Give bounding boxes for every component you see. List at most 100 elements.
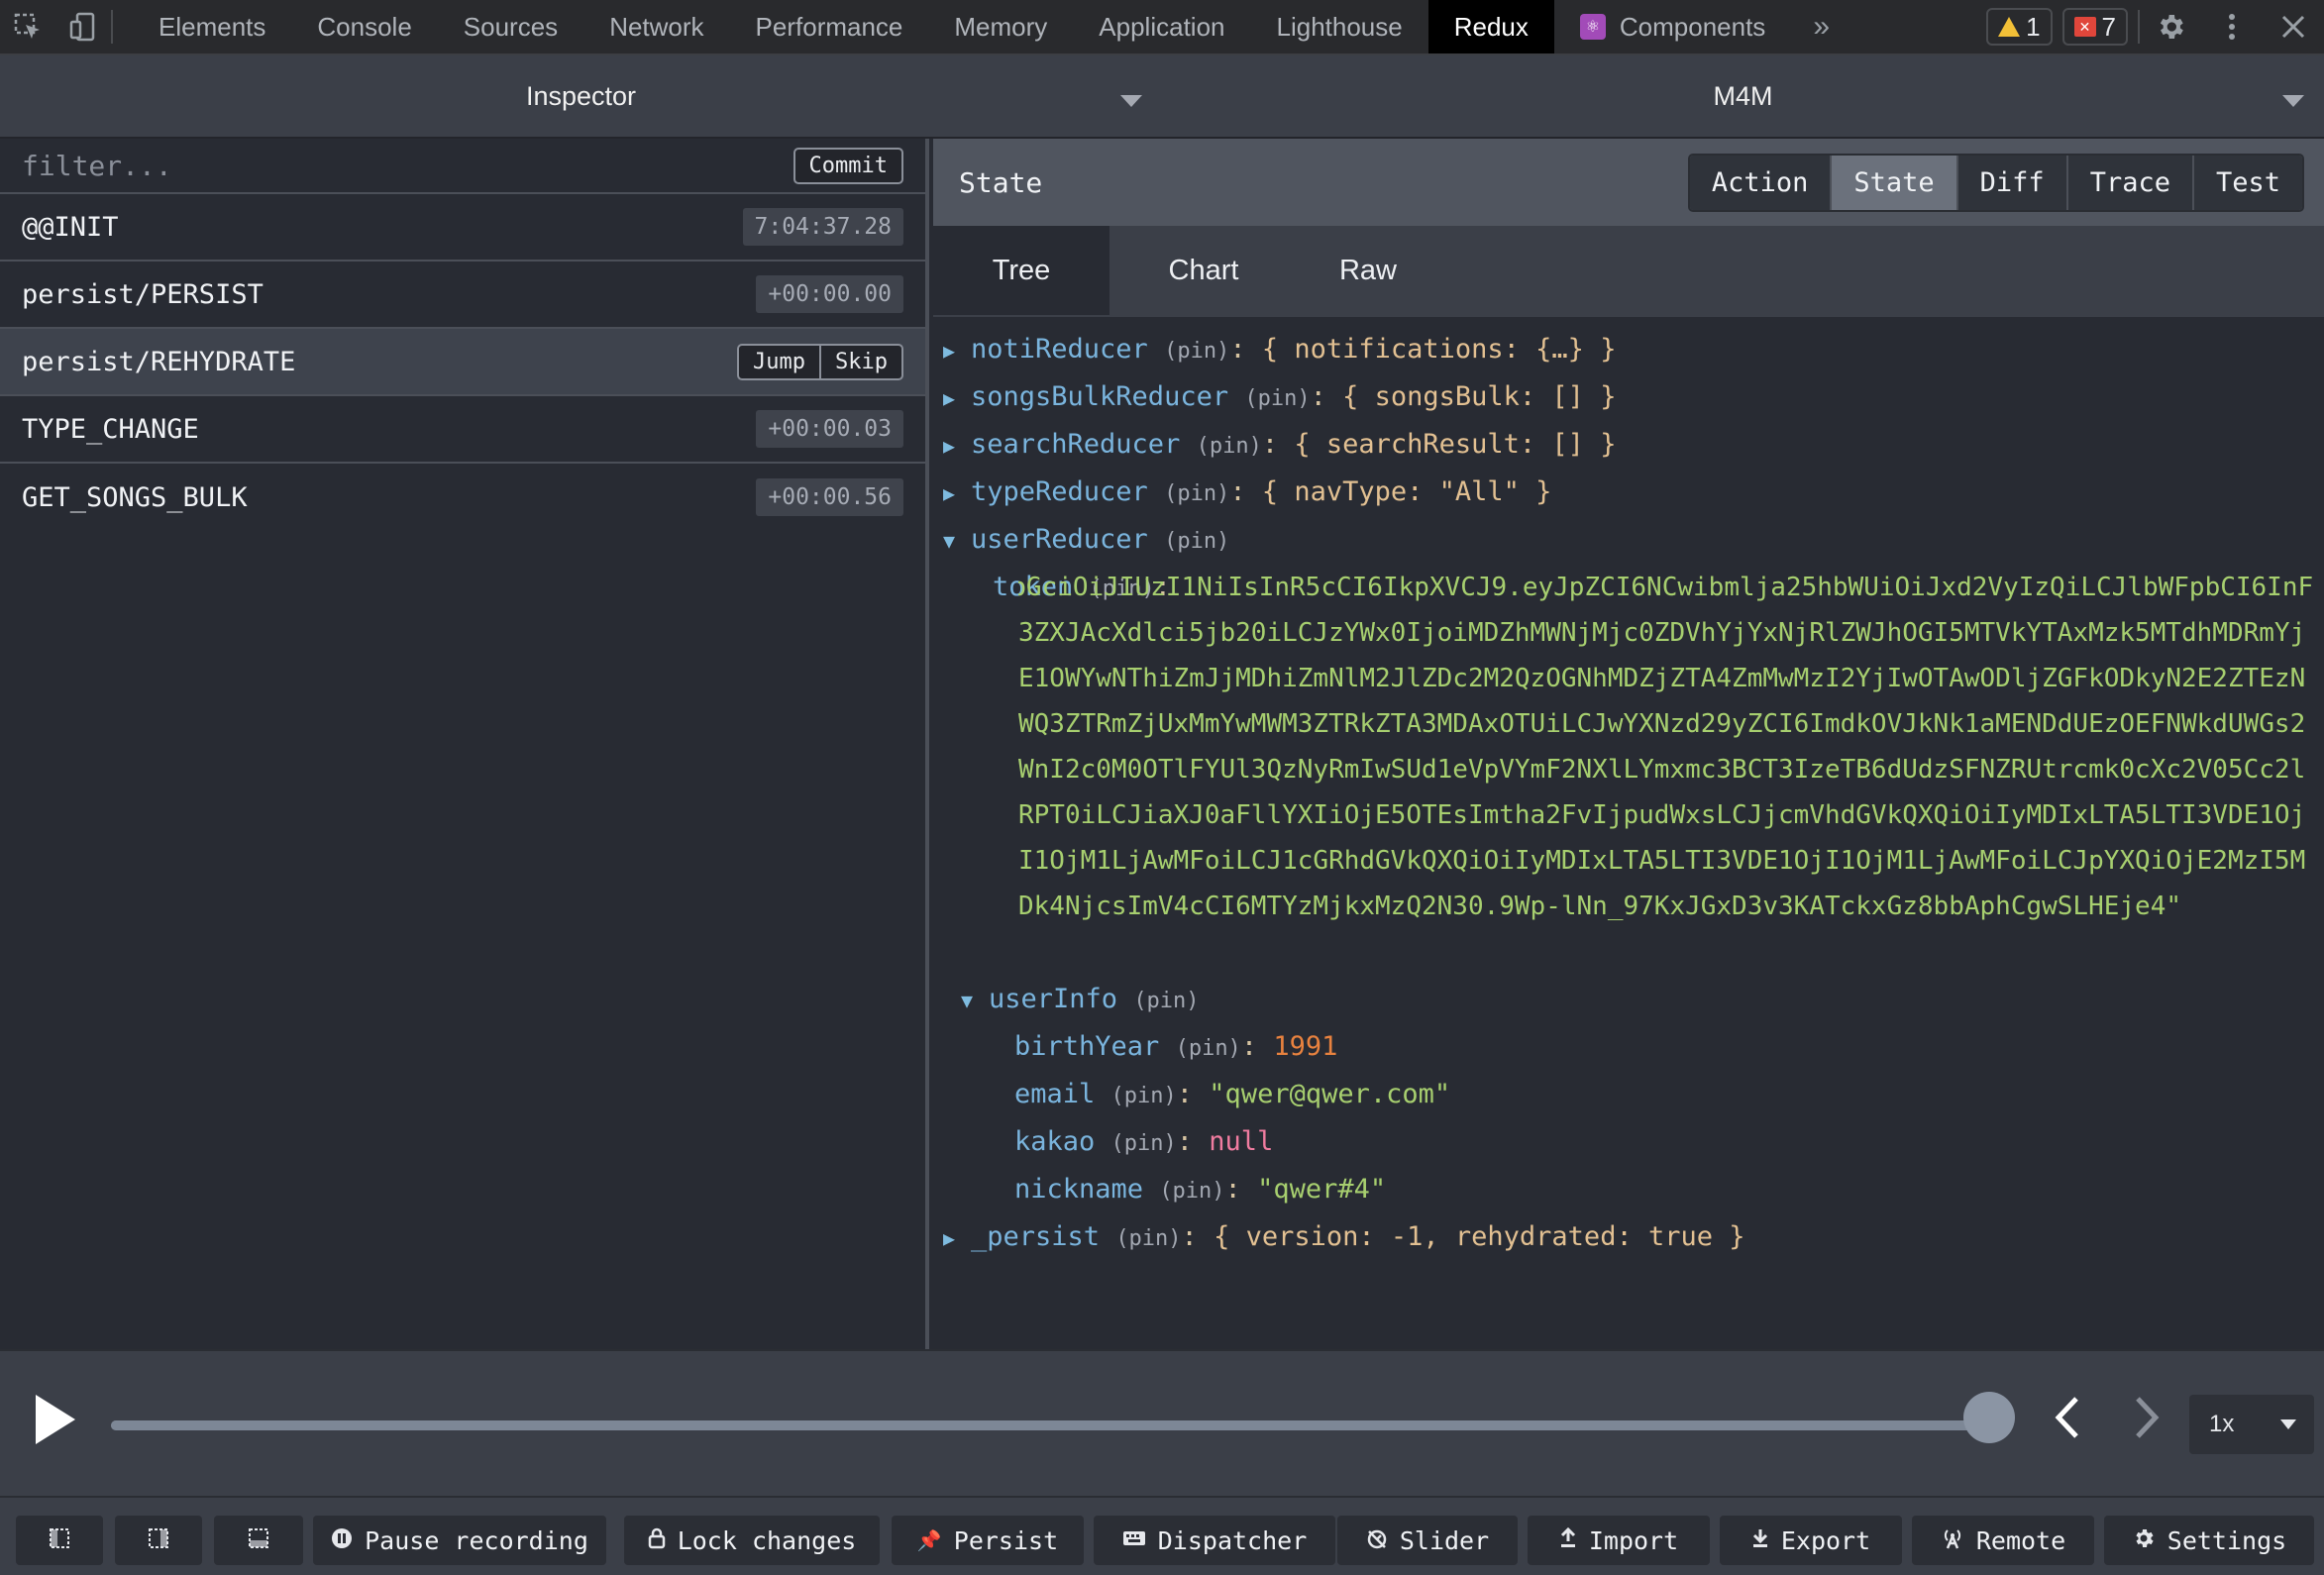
warnings-badge[interactable]: 1 [1986, 8, 2053, 46]
dispatcher-button[interactable]: Dispatcher [1094, 1516, 1335, 1565]
action-name: GET_SONGS_BULK [22, 481, 248, 513]
tab-memory[interactable]: Memory [928, 0, 1073, 53]
close-icon[interactable] [2263, 0, 2324, 53]
step-forward-icon[interactable] [2130, 1395, 2164, 1454]
dock-left-icon [49, 1527, 70, 1554]
export-button[interactable]: Export [1720, 1516, 1902, 1565]
filter-input[interactable] [22, 149, 715, 182]
mode-state-button[interactable]: State [1830, 155, 1956, 210]
pin-button[interactable]: (pin) [1111, 1084, 1177, 1108]
errors-badge[interactable]: ✕ 7 [2061, 8, 2128, 46]
tab-network[interactable]: Network [583, 0, 729, 53]
jump-button[interactable]: Jump [737, 343, 822, 380]
pin-button[interactable]: (pin) [1133, 989, 1199, 1013]
tab-raw[interactable]: Raw [1280, 226, 1456, 315]
tree-leaf: email (pin): "qwer@qwer.com" [1014, 1079, 1451, 1109]
import-button[interactable]: Import [1528, 1516, 1710, 1565]
tab-application[interactable]: Application [1073, 0, 1250, 53]
tree-preview: { searchResult: [] } [1294, 429, 1617, 460]
persist-label: Persist [953, 1525, 1059, 1555]
mode-test-button[interactable]: Test [2191, 155, 2302, 210]
pin-button[interactable]: (pin) [1164, 339, 1229, 364]
tree-node[interactable]: ▶ songsBulkReducer (pin): { songsBulk: []… [933, 374, 2324, 422]
devtools-tabbar: Elements Console Sources Network Perform… [0, 0, 2324, 55]
pause-recording-button[interactable]: Pause recording [313, 1516, 606, 1565]
tree-key: email [1014, 1079, 1096, 1109]
tree-node[interactable]: ▶ typeReducer (pin): { navType: "All" } [933, 470, 2324, 517]
action-item[interactable]: persist/PERSIST +00:00.00 [0, 262, 925, 329]
token-value: "eyJhbGciOiJIUzI1NiIsInR5cCI6IkpXVCJ9.ey… [1018, 573, 2314, 921]
lock-icon [648, 1527, 666, 1554]
more-tabs-icon[interactable]: » [1791, 0, 1851, 53]
action-item[interactable]: TYPE_CHANGE +00:00.03 [0, 396, 925, 464]
expand-arrow-icon[interactable]: ▶ [943, 471, 971, 516]
skip-button[interactable]: Skip [821, 343, 903, 380]
tab-chart[interactable]: Chart [1115, 226, 1292, 315]
kebab-menu-icon[interactable] [2201, 0, 2263, 53]
play-icon[interactable] [36, 1395, 75, 1444]
lock-changes-button[interactable]: Lock changes [624, 1516, 880, 1565]
tree-node[interactable]: ▶ _persist (pin): { version: -1, rehydrat… [933, 1214, 2324, 1262]
settings-button[interactable]: Settings [2104, 1516, 2314, 1565]
action-item-selected[interactable]: persist/REHYDRATE Jump Skip [0, 329, 925, 396]
monitor-select-value: Inspector [525, 80, 637, 111]
collapse-arrow-icon[interactable]: ▼ [943, 518, 971, 564]
dock-bottom-button[interactable] [214, 1516, 303, 1565]
tab-console[interactable]: Console [291, 0, 437, 53]
collapse-arrow-icon[interactable]: ▼ [961, 978, 989, 1023]
tree-leaf: birthYear (pin): 1991 [1014, 1031, 1338, 1062]
action-time: +00:00.56 [756, 478, 903, 516]
pin-button[interactable]: (pin) [1197, 434, 1262, 459]
instance-select[interactable]: M4M [1162, 55, 2324, 137]
remote-button[interactable]: Remote [1912, 1516, 2094, 1565]
pin-button[interactable]: (pin) [1176, 1036, 1241, 1061]
action-time: +00:00.00 [756, 275, 903, 313]
tree-node[interactable]: ▶ searchReducer (pin): { searchResult: []… [933, 422, 2324, 470]
playback-speed-select[interactable]: 1x [2189, 1395, 2314, 1454]
mode-diff-button[interactable]: Diff [1955, 155, 2066, 210]
tab-lighthouse[interactable]: Lighthouse [1251, 0, 1428, 53]
tab-elements[interactable]: Elements [133, 0, 291, 53]
expand-arrow-icon[interactable]: ▶ [943, 423, 971, 469]
inspect-element-icon[interactable] [0, 0, 55, 53]
tab-sources[interactable]: Sources [438, 0, 583, 53]
device-toolbar-icon[interactable] [55, 0, 111, 53]
gear-icon[interactable] [2140, 0, 2201, 53]
jump-skip-group: Jump Skip [737, 343, 903, 380]
pin-button[interactable]: (pin) [1164, 529, 1229, 554]
tab-tree[interactable]: Tree [933, 226, 1109, 315]
pin-button[interactable]: (pin) [1111, 1131, 1177, 1156]
expand-arrow-icon[interactable]: ▶ [943, 1215, 971, 1261]
mode-action-button[interactable]: Action [1689, 155, 1831, 210]
timeline-slider[interactable] [111, 1420, 1989, 1430]
expand-arrow-icon[interactable]: ▶ [943, 375, 971, 421]
commit-button[interactable]: Commit [792, 147, 903, 184]
tab-performance[interactable]: Performance [730, 0, 929, 53]
pin-button[interactable]: (pin) [1115, 1226, 1181, 1251]
pin-button[interactable]: (pin) [1164, 481, 1229, 506]
tree-node[interactable]: ▼ userInfo (pin) [933, 977, 2324, 1024]
timeline-slider-thumb[interactable] [1963, 1392, 2015, 1443]
mode-trace-button[interactable]: Trace [2065, 155, 2192, 210]
action-item[interactable]: @@INIT 7:04:37.28 [0, 194, 925, 262]
settings-label: Settings [2166, 1525, 2287, 1555]
tree-node[interactable]: ▶ notiReducer (pin): { notifications: {…}… [933, 327, 2324, 374]
tab-redux[interactable]: Redux [1427, 0, 1554, 53]
dock-right-button[interactable] [115, 1516, 202, 1565]
persist-button[interactable]: 📌 Persist [892, 1516, 1084, 1565]
download-icon [1751, 1527, 1769, 1554]
pin-button[interactable]: (pin) [1159, 1179, 1224, 1204]
step-back-icon[interactable] [2051, 1395, 2084, 1454]
pin-button[interactable]: (pin) [1244, 386, 1310, 411]
chevron-down-icon [2282, 95, 2304, 107]
dock-left-button[interactable] [16, 1516, 103, 1565]
action-name: persist/REHYDRATE [22, 346, 296, 377]
slider-button[interactable]: Slider [1337, 1516, 1518, 1565]
expand-arrow-icon[interactable]: ▶ [943, 328, 971, 373]
tab-components[interactable]: ⚛ Components [1554, 0, 1791, 53]
action-item[interactable]: GET_SONGS_BULK +00:00.56 [0, 464, 925, 531]
keyboard-icon [1122, 1528, 1146, 1552]
tree-node[interactable]: ▼ userReducer (pin) [933, 517, 2324, 565]
warning-icon [1998, 17, 2021, 37]
monitor-select[interactable]: Inspector [0, 55, 1162, 137]
